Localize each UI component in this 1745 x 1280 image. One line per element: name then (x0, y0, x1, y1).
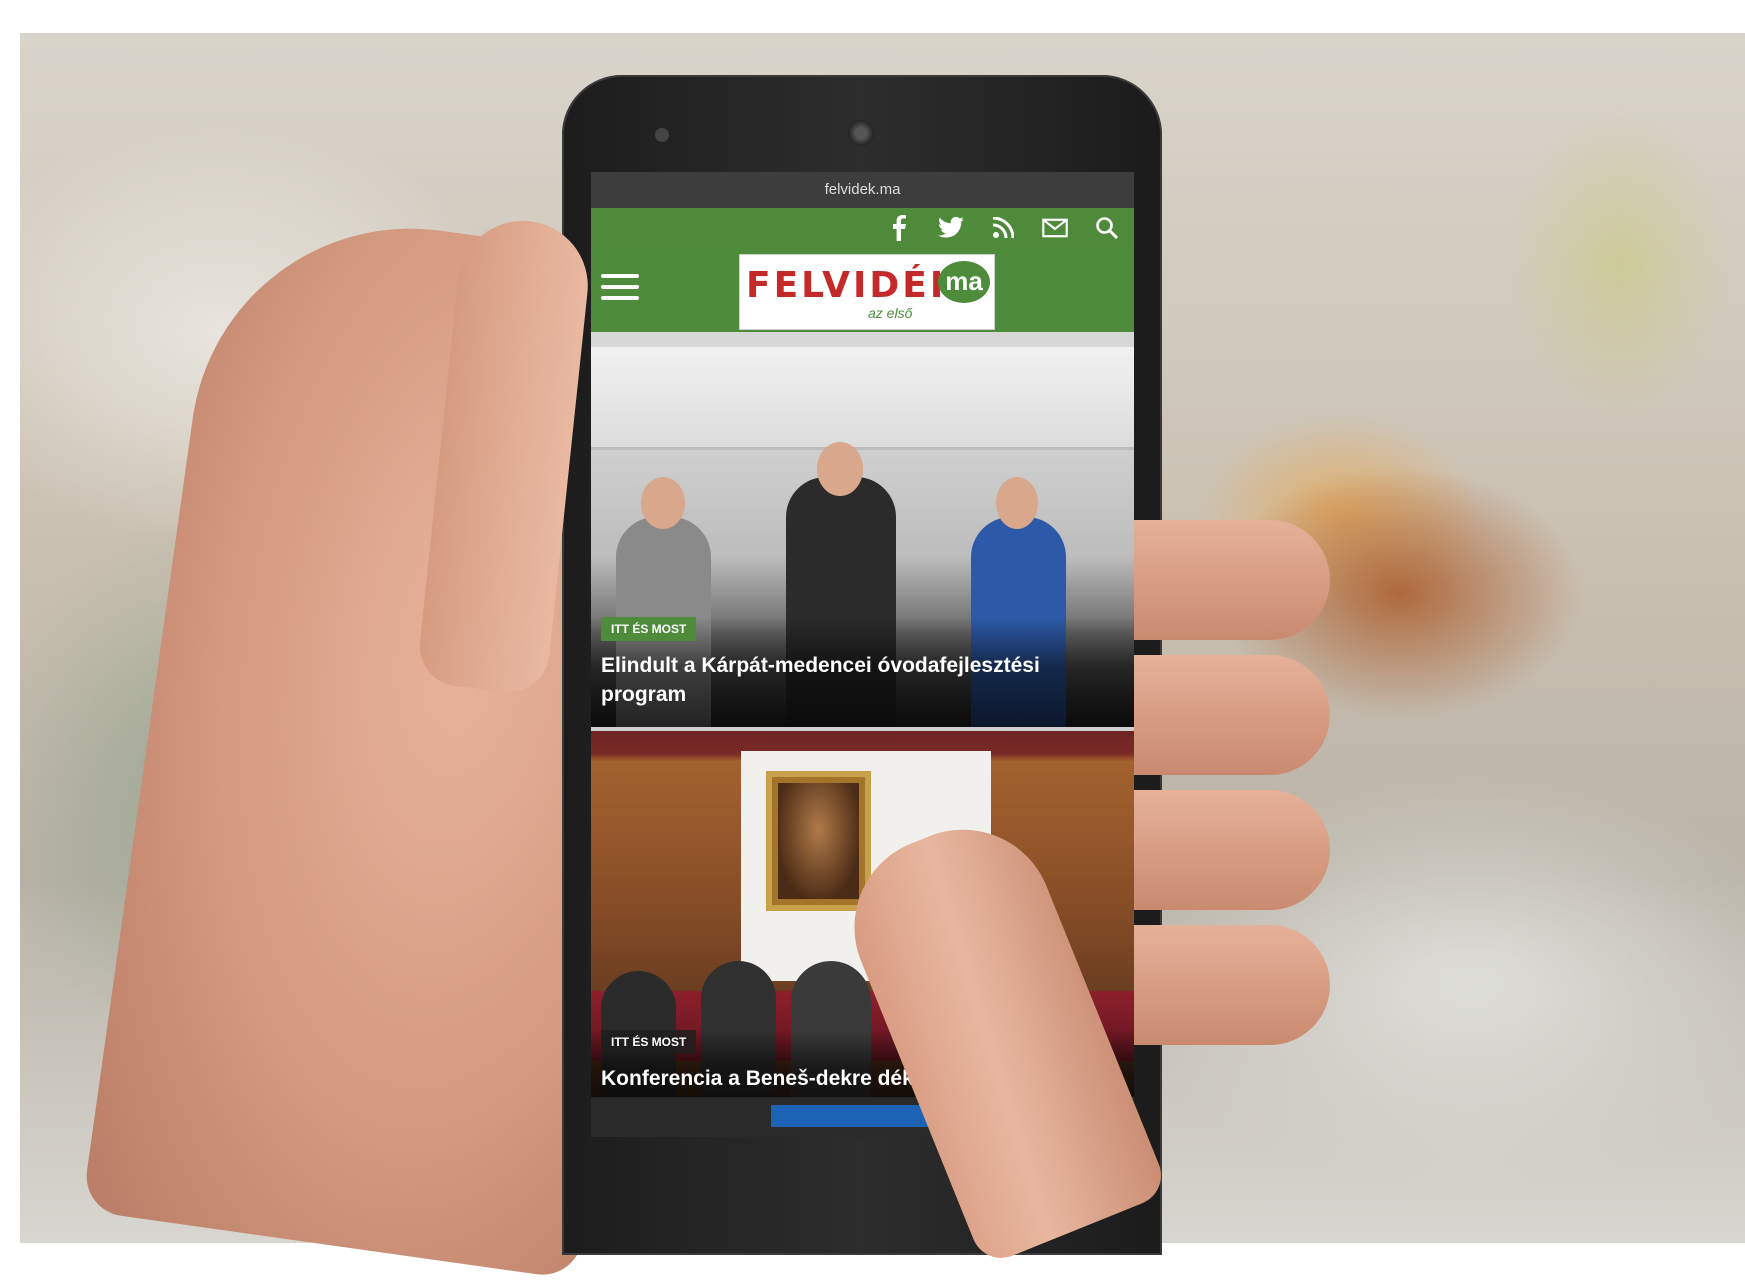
finger (1120, 790, 1330, 910)
front-camera (655, 128, 669, 142)
article-card[interactable]: ITT ÉS MOST Elindult a Kárpát-medencei ó… (591, 347, 1134, 727)
facebook-icon[interactable] (886, 215, 912, 241)
logo-wordmark: FELVIDÉK (746, 265, 961, 306)
earpiece-speaker (848, 120, 874, 146)
social-bar (591, 208, 1134, 248)
site-logo[interactable]: FELVIDÉK ma az első (739, 254, 995, 330)
category-badge[interactable]: ITT ÉS MOST (601, 1030, 697, 1054)
address-bar[interactable]: felvidek.ma (591, 172, 1134, 208)
article-overlay: ITT ÉS MOST Elindult a Kárpát-medencei ó… (591, 617, 1134, 727)
category-badge[interactable]: ITT ÉS MOST (601, 617, 697, 641)
right-fingers (1120, 520, 1340, 1080)
logo-ma-badge: ma (938, 261, 990, 303)
logo-tagline: az első (868, 305, 913, 321)
hamburger-menu-icon[interactable] (601, 274, 639, 302)
divider (591, 332, 1134, 347)
finger (1120, 655, 1330, 775)
mail-icon[interactable] (1042, 215, 1068, 241)
search-icon[interactable] (1094, 215, 1120, 241)
twitter-icon[interactable] (938, 215, 964, 241)
finger (1120, 520, 1330, 640)
article-title[interactable]: Elindult a Kárpát-medencei óvodafejleszt… (601, 651, 1124, 709)
site-header: FELVIDÉK ma az első (591, 248, 1134, 332)
finger (1120, 925, 1330, 1045)
rss-icon[interactable] (990, 215, 1016, 241)
